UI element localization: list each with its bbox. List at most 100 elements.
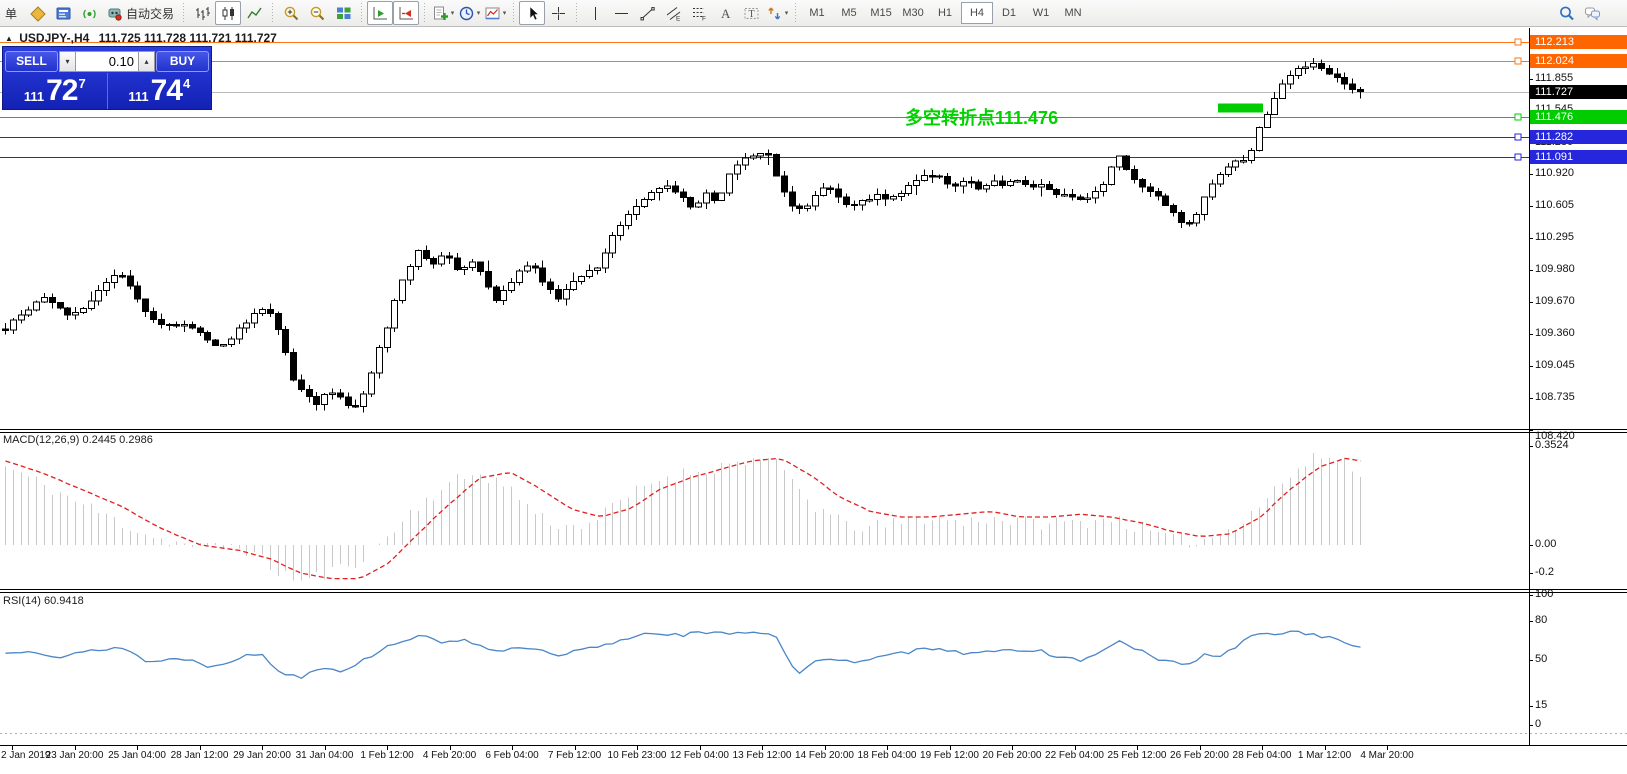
time-axis-label: 31 Jan 04:00 bbox=[296, 750, 354, 761]
price-line-badge: 111.282 bbox=[1530, 130, 1627, 144]
chart-ohlc: 111.725 111.728 111.721 111.727 bbox=[99, 31, 277, 45]
rsi-label: RSI(14) 60.9418 bbox=[3, 595, 84, 607]
indicators-button[interactable]: ▾ bbox=[430, 1, 456, 25]
text-button[interactable]: A bbox=[712, 1, 738, 25]
timeframe-m1-button[interactable]: M1 bbox=[801, 2, 833, 24]
time-axis-label: 26 Feb 20:00 bbox=[1170, 750, 1229, 761]
chevron-down-icon: ▾ bbox=[785, 9, 789, 17]
current-price-badge: 111.727 bbox=[1530, 85, 1627, 99]
time-axis-label: 22 Feb 04:00 bbox=[1045, 750, 1104, 761]
time-axis-label: 1 Mar 12:00 bbox=[1298, 750, 1351, 761]
timeframe-w1-button[interactable]: W1 bbox=[1025, 2, 1057, 24]
autotrading-label: 自动交易 bbox=[126, 5, 174, 22]
price-tick-label: 110.920 bbox=[1535, 167, 1574, 179]
zoom-out-button[interactable] bbox=[304, 1, 330, 25]
tile-windows-button[interactable] bbox=[330, 1, 356, 25]
chart-shift-button[interactable] bbox=[393, 1, 419, 25]
sell-price-sup: 7 bbox=[78, 76, 85, 91]
zoom-in-button[interactable] bbox=[278, 1, 304, 25]
buy-price-big: 74 bbox=[151, 74, 182, 108]
bar-chart-button[interactable] bbox=[189, 1, 215, 25]
price-tick-label: 109.670 bbox=[1535, 295, 1575, 307]
main-toolbar: 单 自动交易 ▾ ▾ ▾ EFAT ▾ M1M5M15M30H1H4D1W1MN bbox=[0, 0, 1627, 27]
toolbar-separator bbox=[269, 3, 276, 23]
periods-button[interactable]: ▾ bbox=[456, 1, 482, 25]
toolbar-separator bbox=[358, 3, 365, 23]
toolbar-separator bbox=[792, 3, 799, 23]
timeframe-h4-button[interactable]: H4 bbox=[961, 2, 993, 24]
rsi-tick-label: 80 bbox=[1535, 614, 1547, 626]
equidistant-channel-button[interactable]: E bbox=[660, 1, 686, 25]
timeframe-m5-button[interactable]: M5 bbox=[833, 2, 865, 24]
time-axis-label: 4 Mar 20:00 bbox=[1360, 750, 1413, 761]
search-button[interactable] bbox=[1553, 1, 1579, 25]
time-axis-label: 10 Feb 23:00 bbox=[608, 750, 667, 761]
toolbar-right-group bbox=[1553, 1, 1605, 25]
volume-decrease-button[interactable]: ▾ bbox=[59, 51, 76, 72]
price-line-badge: 111.476 bbox=[1530, 110, 1627, 124]
chevron-down-icon: ▾ bbox=[477, 9, 481, 17]
sell-price-prefix: 111 bbox=[24, 89, 44, 104]
chart-canvas[interactable] bbox=[0, 28, 1627, 774]
signal-button[interactable] bbox=[76, 1, 102, 25]
toolbar-separator bbox=[510, 3, 517, 23]
arrows-button[interactable]: ▾ bbox=[764, 1, 790, 25]
line-chart-button[interactable] bbox=[241, 1, 267, 25]
text-label-button[interactable]: T bbox=[738, 1, 764, 25]
cursor-button[interactable] bbox=[519, 1, 545, 25]
horizontal-line-button[interactable] bbox=[608, 1, 634, 25]
templates-button[interactable]: ▾ bbox=[482, 1, 508, 25]
rsi-tick-label: 15 bbox=[1535, 699, 1547, 711]
vertical-line-button[interactable] bbox=[582, 1, 608, 25]
pivot-annotation[interactable]: 多空转折点111.476 bbox=[905, 104, 1058, 130]
chat-button[interactable] bbox=[1579, 1, 1605, 25]
timeframe-h1-button[interactable]: H1 bbox=[929, 2, 961, 24]
buy-price-display[interactable]: 111 74 4 bbox=[107, 73, 212, 109]
price-tick-label: 109.360 bbox=[1535, 327, 1575, 339]
chevron-down-icon: ▾ bbox=[451, 9, 455, 17]
sell-price-big: 72 bbox=[46, 74, 77, 108]
buy-price-sup: 4 bbox=[183, 76, 190, 91]
crosshair-button[interactable] bbox=[545, 1, 571, 25]
new-order-button[interactable]: 单 bbox=[1, 1, 24, 25]
profile-diamond-button[interactable] bbox=[24, 1, 50, 25]
time-axis-label: 28 Feb 04:00 bbox=[1233, 750, 1292, 761]
price-tick-label: 110.605 bbox=[1535, 199, 1574, 211]
one-click-trading-panel: SELL ▾ ▴ BUY 111 72 7 111 74 4 bbox=[2, 46, 212, 110]
volume-spinner: ▾ ▴ bbox=[58, 51, 156, 72]
timeframe-d1-button[interactable]: D1 bbox=[993, 2, 1025, 24]
timeframe-mn-button[interactable]: MN bbox=[1057, 2, 1089, 24]
time-axis-label: 25 Jan 04:00 bbox=[108, 750, 166, 761]
price-tick-label: 109.980 bbox=[1535, 263, 1575, 275]
time-axis-label: 14 Feb 20:00 bbox=[795, 750, 854, 761]
price-tick-label: 110.295 bbox=[1535, 231, 1574, 243]
volume-increase-button[interactable]: ▴ bbox=[138, 51, 155, 72]
autotrading-button[interactable]: 自动交易 bbox=[102, 1, 178, 25]
toolbar-separator bbox=[573, 3, 580, 23]
time-axis-label: 29 Jan 20:00 bbox=[233, 750, 291, 761]
trend-line-button[interactable] bbox=[634, 1, 660, 25]
auto-scroll-button[interactable] bbox=[367, 1, 393, 25]
svg-text:A: A bbox=[721, 6, 731, 21]
rsi-tick-label: 50 bbox=[1535, 653, 1547, 665]
buy-button[interactable]: BUY bbox=[156, 51, 209, 72]
chevron-down-icon: ▾ bbox=[503, 9, 507, 17]
time-axis-label: 25 Feb 12:00 bbox=[1108, 750, 1167, 761]
chart-title: ▲ USDJPY-,H4 111.725 111.728 111.721 111… bbox=[5, 31, 277, 45]
rsi-tick-label: 0 bbox=[1535, 718, 1541, 730]
time-axis-label: 1 Feb 12:00 bbox=[360, 750, 413, 761]
sell-price-display[interactable]: 111 72 7 bbox=[3, 73, 107, 109]
volume-input[interactable] bbox=[76, 51, 138, 72]
fibonacci-button[interactable]: F bbox=[686, 1, 712, 25]
macd-tick-label: -0.2 bbox=[1535, 566, 1554, 578]
time-axis-label: 4 Feb 20:00 bbox=[423, 750, 476, 761]
price-tick-label: 111.855 bbox=[1535, 72, 1573, 84]
timeframe-m15-button[interactable]: M15 bbox=[865, 2, 897, 24]
time-axis-label: 13 Feb 12:00 bbox=[733, 750, 792, 761]
timeframe-m30-button[interactable]: M30 bbox=[897, 2, 929, 24]
candlestick-chart-button[interactable] bbox=[215, 1, 241, 25]
sell-button[interactable]: SELL bbox=[5, 51, 58, 72]
toolbar-separator bbox=[180, 3, 187, 23]
market-window-button[interactable] bbox=[50, 1, 76, 25]
time-axis-label: 2 Jan 2019 bbox=[1, 750, 51, 761]
